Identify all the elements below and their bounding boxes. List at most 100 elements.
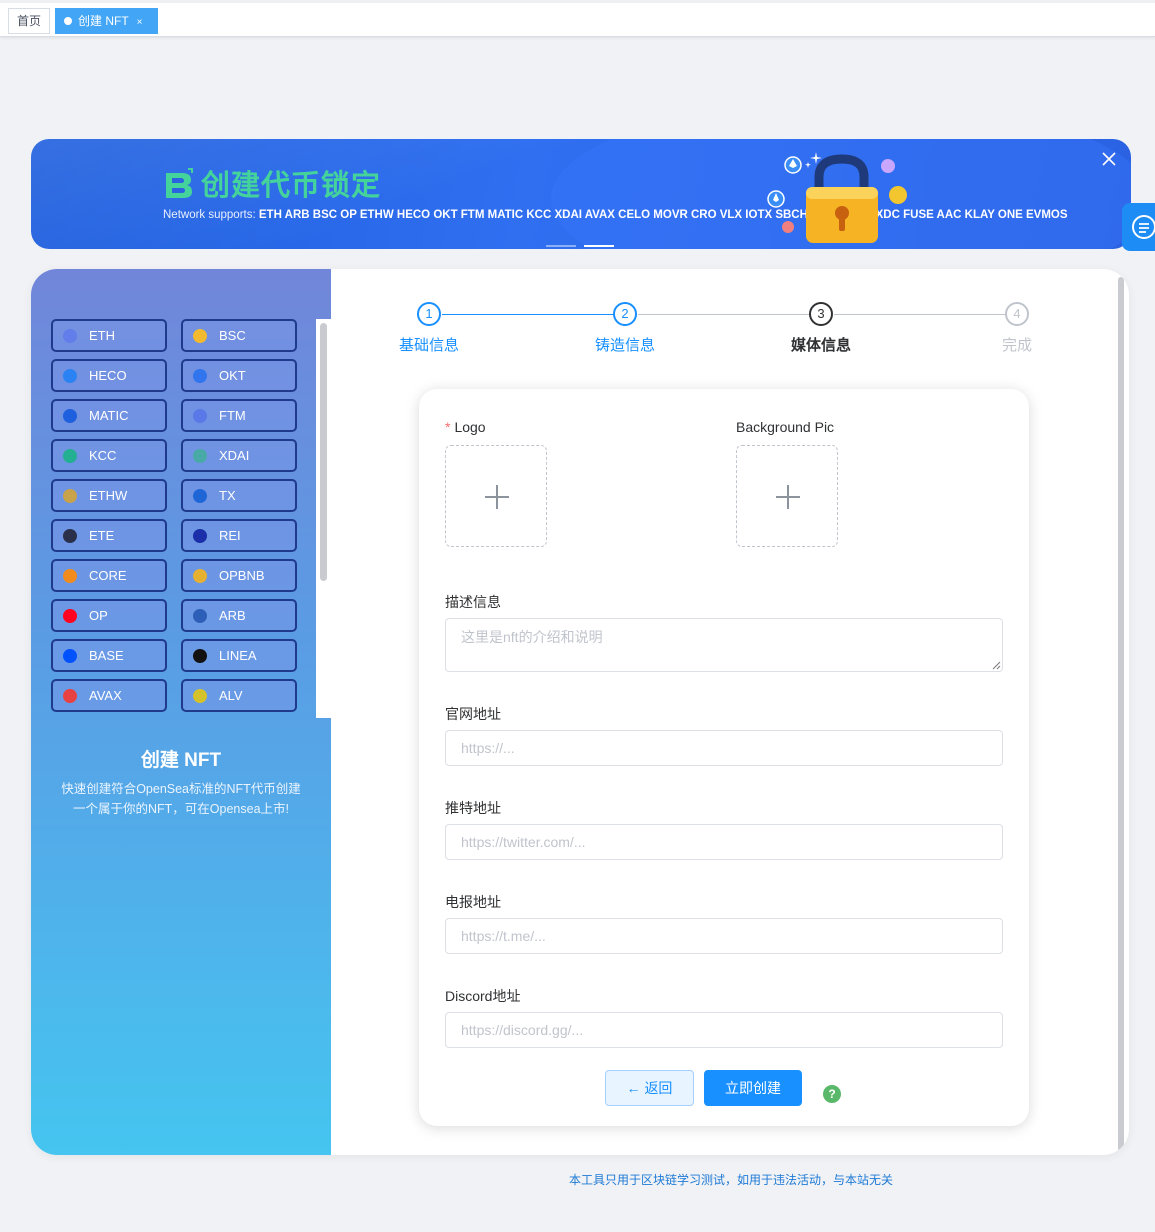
footer-text: 本工具只用于区块链学习测试，如用于违法活动，与本站无关 bbox=[569, 1173, 894, 1187]
chain-button-core[interactable]: CORE bbox=[51, 559, 167, 592]
step-label: 完成 bbox=[1001, 337, 1032, 354]
eth-icon bbox=[63, 329, 77, 343]
main-card: ETH BSC HECO OKT MATIC FTM KCC XDAI ETHW TX ETE REI… bbox=[31, 269, 1129, 1155]
tab-home[interactable]: 首页 bbox=[8, 8, 50, 34]
chain-label: ETE bbox=[89, 528, 115, 543]
chain-button-base[interactable]: BASE bbox=[51, 639, 167, 672]
kcc-icon bbox=[63, 449, 77, 463]
step-label: 基础信息 bbox=[398, 337, 459, 354]
chain-label: REI bbox=[219, 528, 241, 543]
chain-button-xdai[interactable]: XDAI bbox=[181, 439, 297, 472]
arb-icon bbox=[193, 609, 207, 623]
chain-button-alv[interactable]: ALV bbox=[181, 679, 297, 712]
step-2: 2 铸造信息 bbox=[575, 302, 675, 355]
chain-label: FTM bbox=[219, 408, 246, 423]
core-icon bbox=[63, 569, 77, 583]
tx-icon bbox=[193, 489, 207, 503]
promo-banner[interactable]: 创建代币锁定 Network supports: ETH ARB BSC OP … bbox=[31, 139, 1131, 249]
required-mark: * bbox=[445, 419, 451, 435]
chain-button-ftm[interactable]: FTM bbox=[181, 399, 297, 432]
bsc-icon bbox=[193, 329, 207, 343]
chain-label: MATIC bbox=[89, 408, 129, 423]
background-pic-label: Background Pic bbox=[736, 419, 835, 435]
step-label: 媒体信息 bbox=[790, 337, 851, 354]
step-number: 1 bbox=[417, 302, 441, 326]
step-4: 4 完成 bbox=[967, 302, 1067, 355]
create-button[interactable]: 立即创建 bbox=[704, 1070, 802, 1106]
tab-close-icon[interactable]: × bbox=[137, 17, 143, 28]
close-icon[interactable] bbox=[1101, 151, 1117, 167]
chain-button-linea[interactable]: LINEA bbox=[181, 639, 297, 672]
help-icon[interactable]: ? bbox=[823, 1085, 841, 1103]
carousel-dot-1[interactable] bbox=[546, 245, 576, 247]
twitter-label: 推特地址 bbox=[445, 800, 501, 816]
banner-networks-prefix: Network supports: bbox=[163, 209, 256, 221]
content-scrollbar[interactable] bbox=[1118, 277, 1124, 1152]
background-pic-upload[interactable] bbox=[736, 445, 838, 547]
chain-label: CORE bbox=[89, 568, 127, 583]
chain-button-tx[interactable]: TX bbox=[181, 479, 297, 512]
chain-button-avax[interactable]: AVAX bbox=[51, 679, 167, 712]
ftm-icon bbox=[193, 409, 207, 423]
chain-label: LINEA bbox=[219, 648, 257, 663]
chain-button-eth[interactable]: ETH bbox=[51, 319, 167, 352]
website-input[interactable]: https://... bbox=[445, 730, 1003, 766]
chain-label: OKT bbox=[219, 368, 246, 383]
chain-button-heco[interactable]: HECO bbox=[51, 359, 167, 392]
chain-label: BASE bbox=[89, 648, 124, 663]
carousel-dot-2[interactable] bbox=[584, 245, 614, 247]
linea-icon bbox=[193, 649, 207, 663]
lock-illustration-icon bbox=[767, 152, 907, 243]
chain-button-ete[interactable]: ETE bbox=[51, 519, 167, 552]
chain-label: AVAX bbox=[89, 688, 122, 703]
media-info-form: * Logo Background Pic 描述信息 这里是nft的介绍和说明 官… bbox=[419, 389, 1029, 1126]
step-1: 1 基础信息 bbox=[379, 302, 479, 355]
telegram-label: 电报地址 bbox=[445, 894, 501, 910]
resize-grip-icon[interactable] bbox=[992, 661, 1001, 670]
heco-icon bbox=[63, 369, 77, 383]
twitter-input[interactable]: https://twitter.com/... bbox=[445, 824, 1003, 860]
back-button[interactable]: ← 返回 bbox=[605, 1070, 694, 1106]
chain-label: ETHW bbox=[89, 488, 128, 503]
step-number: 3 bbox=[809, 302, 833, 326]
banner-carousel-dots[interactable] bbox=[546, 234, 622, 249]
logo-label-text: Logo bbox=[454, 419, 486, 435]
opbnb-icon bbox=[193, 569, 207, 583]
chain-button-okt[interactable]: OKT bbox=[181, 359, 297, 392]
chain-label: BSC bbox=[219, 328, 246, 343]
tab-create-nft-label: 创建 NFT bbox=[78, 14, 129, 28]
chain-button-op[interactable]: OP bbox=[51, 599, 167, 632]
base-icon bbox=[63, 649, 77, 663]
chain-button-arb[interactable]: ARB bbox=[181, 599, 297, 632]
banner-networks: Network supports: ETH ARB BSC OP ETHW HE… bbox=[163, 209, 1068, 221]
arrow-left-icon: ← bbox=[626, 1080, 641, 1096]
logo-label: * Logo bbox=[445, 419, 486, 435]
chat-icon bbox=[1132, 215, 1155, 239]
description-textarea[interactable]: 这里是nft的介绍和说明 bbox=[445, 618, 1003, 672]
avax-icon bbox=[63, 689, 77, 703]
chain-button-opbnb[interactable]: OPBNB bbox=[181, 559, 297, 592]
description-placeholder: 这里是nft的介绍和说明 bbox=[461, 629, 603, 645]
tab-create-nft[interactable]: 创建 NFT × bbox=[55, 8, 158, 34]
sidebar-scroll-thumb[interactable] bbox=[320, 323, 327, 581]
chain-button-ethw[interactable]: ETHW bbox=[51, 479, 167, 512]
website-label: 官网地址 bbox=[445, 706, 501, 722]
telegram-input[interactable]: https://t.me/... bbox=[445, 918, 1003, 954]
logo-upload[interactable] bbox=[445, 445, 547, 547]
chain-button-matic[interactable]: MATIC bbox=[51, 399, 167, 432]
chain-button-rei[interactable]: REI bbox=[181, 519, 297, 552]
back-button-label: 返回 bbox=[644, 1080, 673, 1096]
step-3: 3 媒体信息 bbox=[771, 302, 871, 355]
chain-label: HECO bbox=[89, 368, 127, 383]
chain-button-bsc[interactable]: BSC bbox=[181, 319, 297, 352]
chain-button-kcc[interactable]: KCC bbox=[51, 439, 167, 472]
sidebar-scrollbar[interactable] bbox=[316, 319, 331, 718]
discord-input[interactable]: https://discord.gg/... bbox=[445, 1012, 1003, 1048]
chain-label: ALV bbox=[219, 688, 243, 703]
chat-float-button[interactable] bbox=[1122, 203, 1155, 251]
matic-icon bbox=[63, 409, 77, 423]
step-number: 4 bbox=[1005, 302, 1029, 326]
discord-label: Discord地址 bbox=[445, 988, 521, 1004]
op-icon bbox=[63, 609, 77, 623]
rei-icon bbox=[193, 529, 207, 543]
